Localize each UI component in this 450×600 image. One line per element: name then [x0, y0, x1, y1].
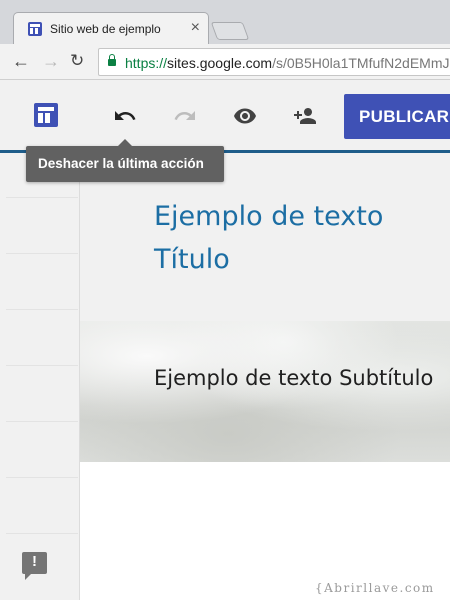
feedback-icon[interactable]: ! [22, 552, 47, 580]
publish-button[interactable]: PUBLICAR [344, 94, 450, 139]
address-bar[interactable]: https://sites.google.com/s/0B5H0la1TMfuf… [98, 48, 450, 76]
lock-icon [108, 54, 116, 66]
url-scheme: https:// [125, 55, 168, 71]
undo-icon[interactable] [112, 104, 138, 128]
site-favicon-icon [28, 22, 42, 36]
feedback-mark: ! [32, 553, 37, 570]
rail-divider [6, 533, 78, 534]
add-person-icon[interactable] [292, 104, 318, 128]
editor-toolbar: PUBLICAR [0, 80, 450, 153]
url-host: sites.google.com [167, 55, 273, 71]
redo-icon[interactable] [172, 104, 198, 128]
reload-icon[interactable]: ↻ [70, 51, 84, 71]
rail-divider [6, 477, 78, 478]
rail-divider [6, 365, 78, 366]
rail-divider [6, 253, 78, 254]
preview-icon[interactable] [232, 104, 258, 128]
browser-tab[interactable]: Sitio web de ejemplo × [13, 12, 209, 44]
new-tab-button[interactable] [210, 22, 250, 40]
watermark: {Abrirllave.com [315, 581, 435, 595]
site-title[interactable]: Ejemplo de texto Título [154, 195, 444, 281]
url-path: /s/0B5H0la1TMfufN2dEMmJ [272, 55, 450, 71]
back-icon[interactable]: ← [12, 51, 30, 71]
toolbar-left-area [0, 80, 80, 150]
forward-icon[interactable]: → [42, 51, 60, 71]
left-rail [0, 153, 80, 600]
header-banner[interactable]: Ejemplo de texto Subtítulo [80, 321, 450, 462]
close-tab-icon[interactable]: × [191, 19, 200, 37]
tab-title: Sitio web de ejemplo [50, 22, 161, 36]
layout-icon[interactable] [34, 103, 58, 127]
rail-divider [6, 309, 78, 310]
rail-divider [6, 421, 78, 422]
browser-tab-strip: Sitio web de ejemplo × [0, 0, 450, 44]
site-subtitle[interactable]: Ejemplo de texto Subtítulo [154, 363, 434, 393]
undo-tooltip: Deshacer la última acción [26, 139, 224, 182]
rail-divider [6, 197, 78, 198]
browser-toolbar: ← → ↻ https://sites.google.com/s/0B5H0la… [0, 44, 450, 80]
url-text: https://sites.google.com/s/0B5H0la1TMfuf… [125, 55, 450, 71]
